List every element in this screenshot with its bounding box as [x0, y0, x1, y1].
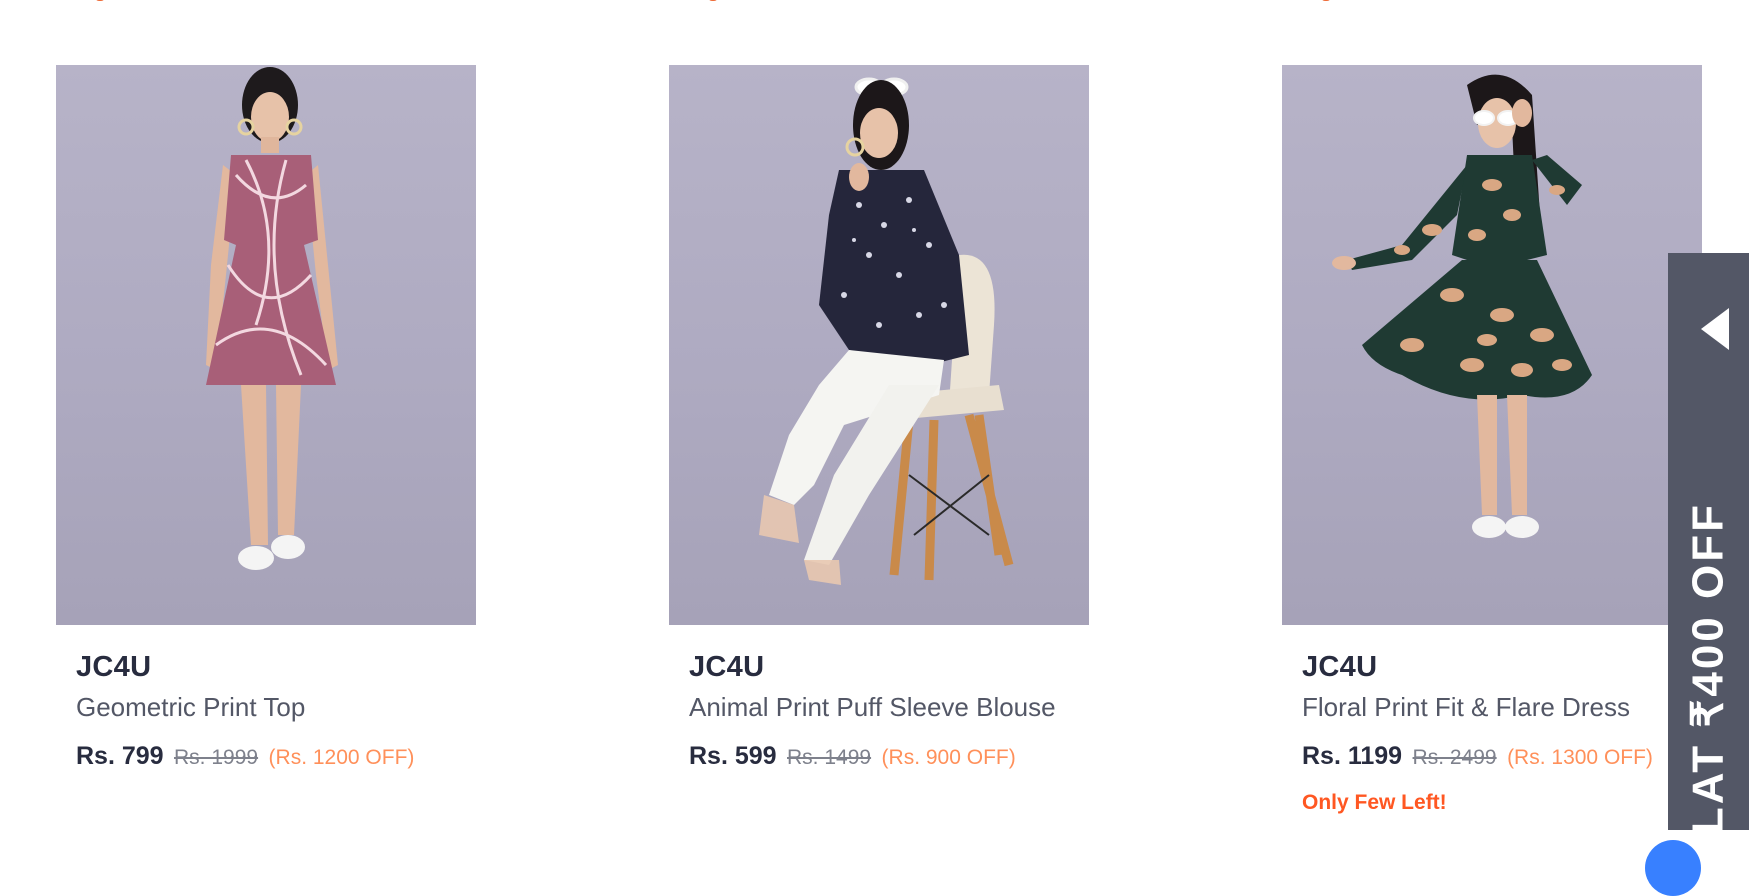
product-brand: JC4U — [689, 651, 765, 683]
product-name: Floral Print Fit & Flare Dress — [1302, 692, 1630, 722]
product-mrp: Rs. 2499 — [1412, 746, 1497, 769]
product-discount: (Rs. 1300 OFF) — [1507, 746, 1653, 769]
product-card[interactable]: JC4U Floral Print Fit & Flare Dress Rs. … — [1282, 65, 1702, 815]
product-image[interactable] — [669, 65, 1089, 625]
caret-left-icon[interactable] — [1701, 308, 1729, 350]
product-image[interactable] — [1282, 65, 1702, 625]
product-price: Rs. 599 — [689, 742, 777, 770]
product-discount: (Rs. 1200 OFF) — [268, 746, 415, 769]
offer-side-tab[interactable]: FLAT ₹400 OFF — [1668, 253, 1749, 864]
product-price: Rs. 1199 — [1302, 742, 1403, 770]
product-brand: JC4U — [1302, 651, 1378, 683]
product-name: Animal Print Puff Sleeve Blouse — [689, 692, 1056, 722]
product-image[interactable] — [56, 65, 476, 625]
product-mrp: Rs. 1999 — [174, 746, 259, 769]
product-price: Rs. 799 — [76, 742, 164, 770]
previous-row-label — [688, 0, 728, 2]
stock-warning: Only Few Left! — [1302, 791, 1447, 814]
product-name: Geometric Print Top — [76, 692, 306, 722]
previous-row-label — [75, 0, 115, 2]
product-card[interactable]: JC4U Geometric Print Top Rs. 799 Rs. 199… — [56, 65, 476, 776]
product-discount: (Rs. 900 OFF) — [881, 746, 1016, 769]
chat-widget-icon[interactable] — [1645, 840, 1701, 896]
product-brand: JC4U — [76, 651, 152, 683]
price-row: Rs. 1199 Rs. 2499 (Rs. 1300 OFF) — [1302, 740, 1682, 776]
offer-label: FLAT ₹400 OFF — [1683, 502, 1733, 864]
product-mrp: Rs. 1499 — [787, 746, 872, 769]
price-row: Rs. 599 Rs. 1499 (Rs. 900 OFF) — [689, 740, 1069, 776]
product-card[interactable]: JC4U Animal Print Puff Sleeve Blouse Rs.… — [669, 65, 1089, 776]
previous-row-label — [1301, 0, 1341, 2]
price-row: Rs. 799 Rs. 1999 (Rs. 1200 OFF) — [76, 740, 456, 776]
